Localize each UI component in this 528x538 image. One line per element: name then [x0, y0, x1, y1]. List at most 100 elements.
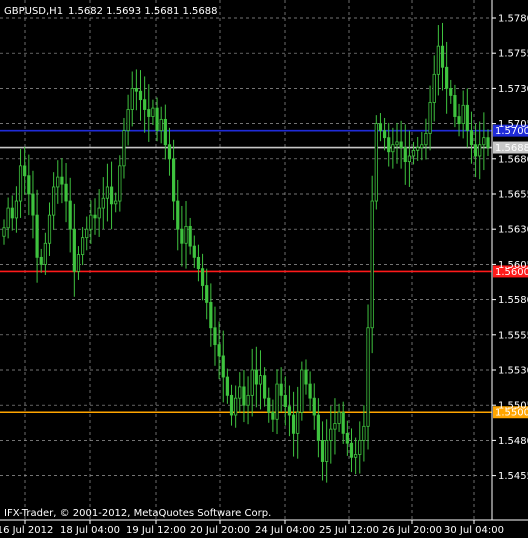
candle-body — [35, 214, 39, 258]
candle-body — [267, 397, 271, 413]
candle-body — [263, 375, 267, 399]
candle-body — [403, 147, 407, 163]
candle-body — [234, 397, 238, 416]
candle-body — [114, 200, 118, 205]
candle-body — [296, 411, 300, 434]
candle-body — [172, 158, 176, 202]
candle-body — [72, 228, 76, 272]
candle-body — [225, 376, 229, 396]
candle-body — [56, 176, 60, 188]
candle-body — [68, 200, 72, 230]
price-tick-label: 1.5455 — [498, 471, 528, 482]
time-tick-label: 16 Jul 2012 — [0, 525, 53, 536]
candle-body — [217, 344, 221, 357]
candle-body — [457, 116, 461, 124]
candle-body — [271, 411, 275, 420]
copyright-text: IFX-Trader, © 2001-2012, MetaQuotes Soft… — [4, 508, 271, 519]
candle-body — [43, 242, 47, 265]
candle-body — [109, 186, 114, 205]
time-tick-label: 19 Jul 12:00 — [126, 525, 186, 536]
candle-body — [147, 109, 151, 117]
price-chart[interactable]: 1.57001.56881.56001.5500 1.57801.57551.5… — [0, 0, 528, 538]
candle-body — [366, 327, 370, 427]
candle-body — [420, 144, 424, 148]
candle-body — [395, 141, 399, 146]
time-tick-label: 26 Jul 20:00 — [382, 525, 442, 536]
candle-body — [424, 133, 428, 146]
candle-body — [432, 73, 436, 103]
price-tick-label: 1.5655 — [498, 190, 528, 201]
candle-body — [143, 99, 147, 110]
candle-body — [6, 207, 10, 229]
price-tick-label: 1.5605 — [498, 260, 528, 271]
ohlc-values: 1.5682 1.5693 1.5681 1.5688 — [68, 6, 218, 17]
candle-body — [180, 228, 184, 244]
candle-body — [465, 104, 469, 132]
candle-body — [80, 237, 85, 255]
candle-body — [325, 439, 329, 462]
candle-body — [23, 165, 27, 177]
price-tick-label: 1.5680 — [498, 154, 528, 165]
price-tick-label: 1.5755 — [498, 49, 528, 60]
candle-body — [308, 383, 312, 399]
candle-body — [482, 137, 486, 146]
price-tick-label: 1.5505 — [498, 401, 528, 412]
candle-body — [407, 155, 412, 163]
candle-body — [163, 118, 167, 146]
candle-body — [200, 268, 205, 286]
candle-body — [89, 214, 93, 230]
chart-window[interactable]: 1.57001.56881.56001.5500 1.57801.57551.5… — [0, 0, 528, 538]
candle-body — [374, 123, 378, 202]
candle-body — [60, 176, 64, 185]
candle-body — [358, 439, 362, 455]
symbol-label: GBPUSD,H1 — [4, 6, 63, 17]
price-tick-label: 1.5630 — [498, 225, 528, 236]
candle-body — [159, 118, 163, 132]
candle-body — [238, 386, 242, 399]
candle-body — [254, 369, 258, 385]
candle-body — [85, 228, 89, 239]
candle-body — [242, 386, 246, 406]
candle-body — [428, 102, 432, 134]
candle-body — [93, 214, 97, 219]
candle-body — [192, 245, 196, 258]
candle-body — [118, 165, 122, 202]
candle-body — [440, 45, 445, 68]
candle-body — [76, 254, 81, 272]
candle-body — [320, 439, 325, 462]
candle-body — [486, 137, 490, 148]
candle-body — [304, 369, 308, 385]
candle-body — [283, 394, 287, 408]
candle-body — [138, 90, 143, 101]
candle-body — [478, 144, 482, 157]
candle-body — [341, 411, 345, 434]
price-tick-label: 1.5730 — [498, 84, 528, 95]
time-tick-label: 20 Jul 20:00 — [190, 525, 250, 536]
candle-body — [18, 165, 23, 202]
candle-body — [370, 200, 374, 329]
candle-body — [337, 411, 341, 424]
candle-body — [436, 45, 440, 75]
candle-body — [345, 432, 349, 444]
candle-body — [287, 406, 292, 416]
candle-body — [362, 425, 366, 441]
candle-body — [461, 104, 465, 124]
candle-body — [316, 414, 320, 441]
price-tick-label: 1.5555 — [498, 330, 528, 341]
candle-body — [275, 383, 279, 420]
time-tick-label: 18 Jul 04:00 — [60, 525, 120, 536]
candle-body — [39, 256, 43, 265]
candle-body — [2, 227, 6, 237]
candle-body — [52, 186, 56, 216]
candle-body — [453, 95, 457, 117]
candle-body — [382, 130, 387, 139]
candle-body — [221, 355, 225, 378]
price-tick-label: 1.5780 — [498, 14, 528, 25]
price-tick-label: 1.5480 — [498, 436, 528, 447]
candle-body — [130, 88, 134, 110]
candle-body — [229, 394, 234, 416]
candle-body — [449, 88, 453, 96]
candle-body — [97, 207, 101, 219]
candle-body — [155, 107, 159, 132]
candle-body — [64, 183, 68, 202]
